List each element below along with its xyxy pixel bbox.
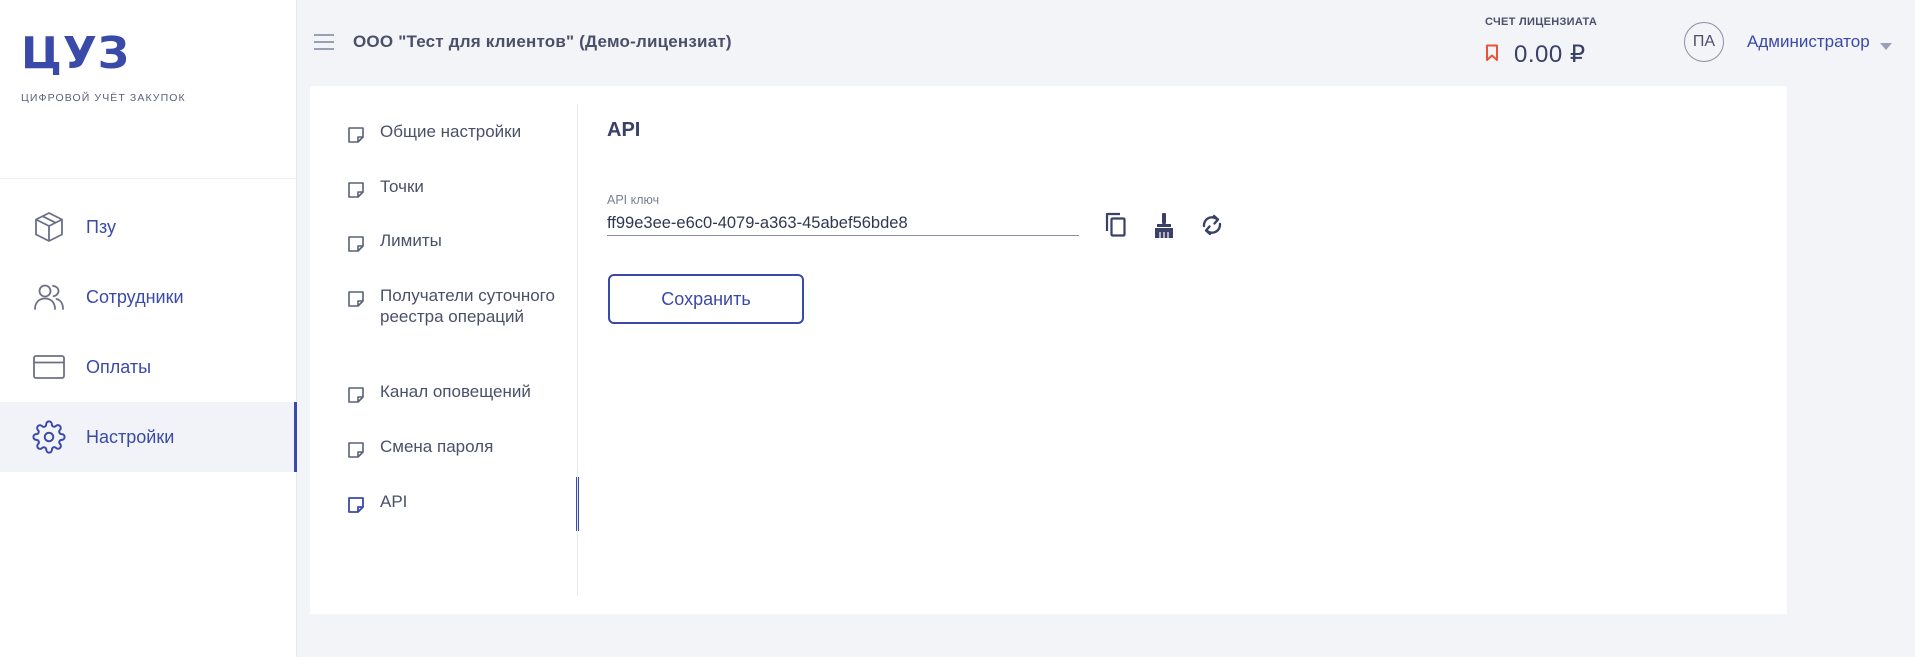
users-icon xyxy=(31,279,67,315)
hamburger-menu-icon[interactable] xyxy=(314,32,334,52)
settings-item-password-change[interactable]: Смена пароля xyxy=(310,436,578,460)
note-icon xyxy=(346,385,366,405)
settings-item-notification-channel[interactable]: Канал оповещений xyxy=(310,381,578,405)
chevron-down-icon[interactable] xyxy=(1880,38,1892,50)
sidebar-item-settings[interactable]: Настройки xyxy=(0,402,297,472)
broom-icon[interactable] xyxy=(1149,210,1179,240)
settings-item-label: API xyxy=(380,492,408,511)
api-section: API API ключ Сохранить xyxy=(607,86,1787,614)
logo[interactable]: ЦУЗ xyxy=(21,28,130,79)
avatar[interactable]: ПА xyxy=(1684,22,1724,62)
top-bar: ООО "Тест для клиентов" (Демо-лицензиат)… xyxy=(297,0,1915,86)
sidebar-item-label: Настройки xyxy=(86,426,175,447)
settings-card: Общие настройки Точки Лимиты Получатели … xyxy=(310,86,1787,614)
user-menu[interactable]: Администратор xyxy=(1747,32,1870,52)
note-icon xyxy=(346,440,366,460)
settings-item-label: Получатели суточного реестра операций xyxy=(380,286,555,326)
bookmark-icon xyxy=(1485,44,1499,62)
account-balance: 0.00 ₽ xyxy=(1514,41,1586,68)
note-icon xyxy=(346,495,366,515)
note-icon xyxy=(346,180,366,200)
settings-divider xyxy=(577,104,578,596)
note-icon xyxy=(346,234,366,254)
settings-item-api[interactable]: API xyxy=(310,477,579,531)
sidebar-item-label: Сотрудники xyxy=(86,286,184,307)
settings-item-label: Лимиты xyxy=(380,231,442,250)
copy-icon[interactable] xyxy=(1101,210,1131,240)
gear-icon xyxy=(31,419,67,455)
sidebar-item-label: Оплаты xyxy=(86,356,152,377)
sidebar: ЦУЗ ЦИФРОВОЙ УЧЁТ ЗАКУПОК Пзу Сотрудники… xyxy=(0,0,297,657)
sidebar-item-label: Пзу xyxy=(86,216,116,237)
sidebar-item-payments[interactable]: Оплаты xyxy=(0,332,297,402)
settings-item-label: Канал оповещений xyxy=(380,382,531,401)
refresh-icon[interactable] xyxy=(1197,210,1227,240)
sidebar-item-employees[interactable]: Сотрудники xyxy=(0,262,297,332)
logo-tagline: ЦИФРОВОЙ УЧЁТ ЗАКУПОК xyxy=(21,92,186,104)
settings-item-registry-recipients[interactable]: Получатели суточного реестра операций xyxy=(310,285,578,327)
credit-card-icon xyxy=(31,349,67,385)
section-title: API xyxy=(607,119,641,141)
settings-item-label: Точки xyxy=(380,177,424,196)
note-icon xyxy=(346,289,366,309)
settings-item-points[interactable]: Точки xyxy=(310,176,578,200)
api-key-label: API ключ xyxy=(607,193,660,207)
save-button[interactable]: Сохранить xyxy=(608,274,804,324)
settings-item-limits[interactable]: Лимиты xyxy=(310,230,578,254)
settings-item-label: Общие настройки xyxy=(380,122,522,141)
settings-menu: Общие настройки Точки Лимиты Получатели … xyxy=(310,86,579,614)
main-nav: Пзу Сотрудники Оплаты Настройки xyxy=(0,192,297,472)
sidebar-item-pzu[interactable]: Пзу xyxy=(0,192,297,262)
sidebar-divider xyxy=(0,178,296,179)
organization-name: ООО "Тест для клиентов" (Демо-лицензиат) xyxy=(353,32,732,51)
settings-item-general[interactable]: Общие настройки xyxy=(310,121,578,145)
account-caption: СЧЕТ ЛИЦЕНЗИАТА xyxy=(1485,16,1598,28)
api-key-field[interactable] xyxy=(607,212,1079,236)
note-icon xyxy=(346,125,366,145)
box-icon xyxy=(31,209,67,245)
settings-item-label: Смена пароля xyxy=(380,437,494,456)
